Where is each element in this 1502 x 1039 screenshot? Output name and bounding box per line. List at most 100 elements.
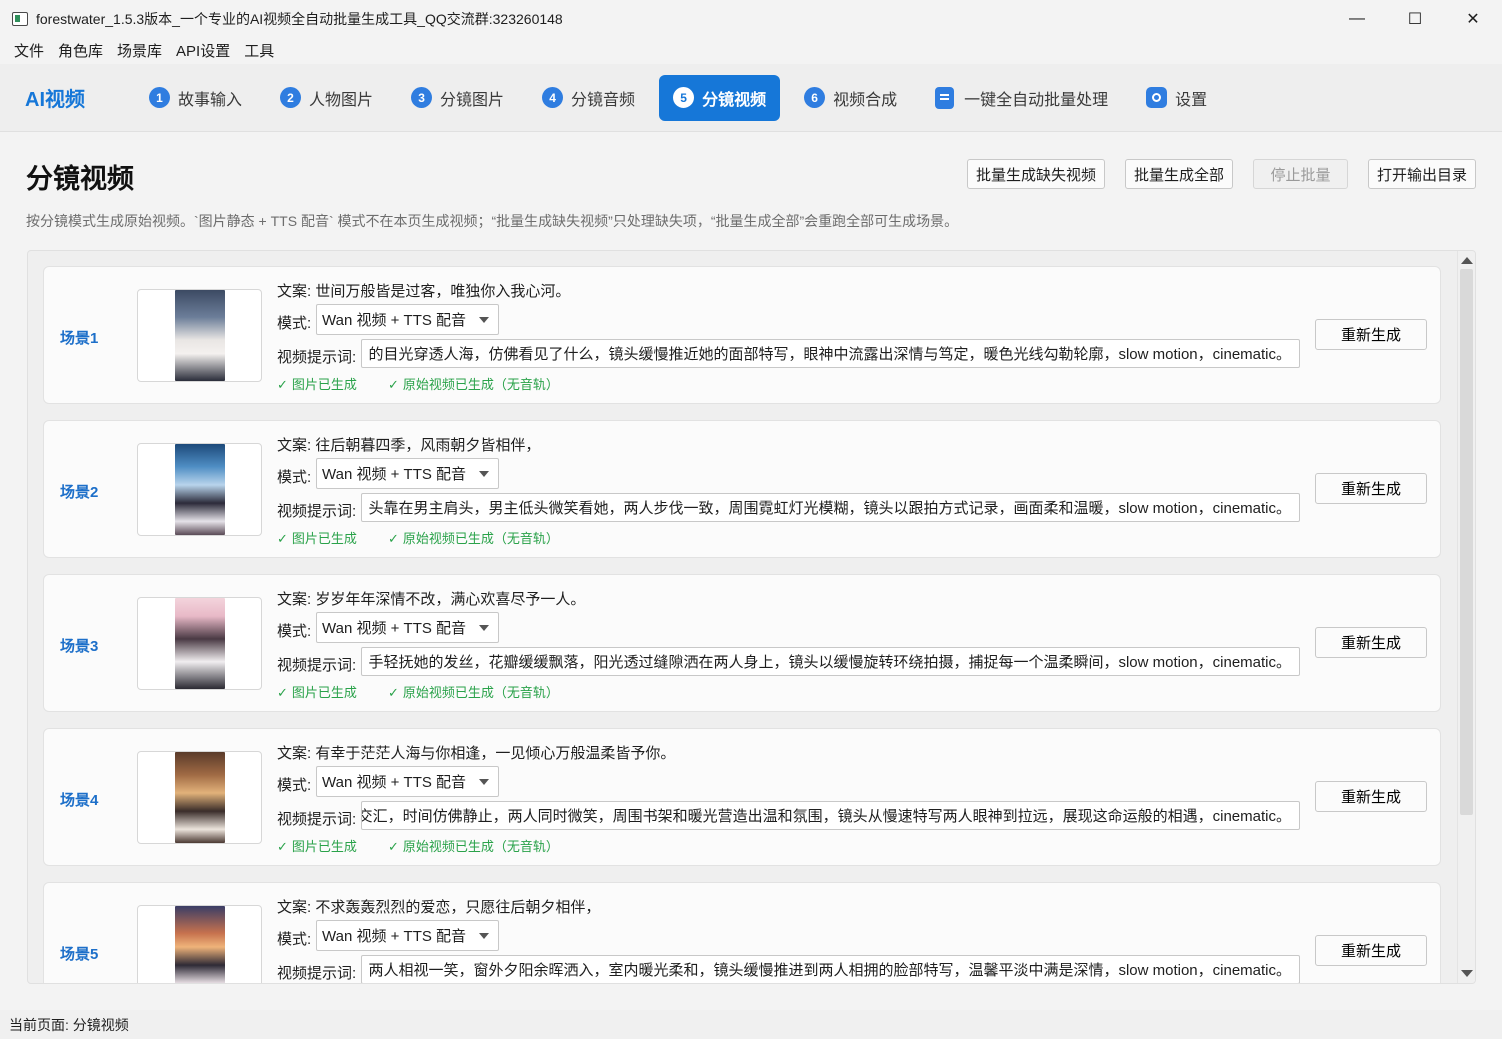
regenerate-button[interactable]: 重新生成 xyxy=(1315,473,1427,504)
step-2-icon: 2 xyxy=(280,87,302,108)
scene-copy: 文案: 有幸于茫茫人海与你相逢，一见倾心万般温柔皆予你。 xyxy=(277,745,676,762)
scene-label: 场景2 xyxy=(60,484,99,501)
minimize-button[interactable]: — xyxy=(1328,0,1386,37)
scene-card: 场景1 文案: 世间万般皆是过客，唯独你入我心河。 模式: Wan 视频 + T… xyxy=(43,266,1441,404)
nav-bar: AI视频 1 故事输入 2 人物图片 3 分镜图片 4 分镜音频 5 分镜视频 … xyxy=(0,64,1502,132)
scene-thumbnail-frame[interactable] xyxy=(137,443,262,536)
tab-label: 设置 xyxy=(1175,91,1208,109)
tab-auto-batch[interactable]: 一键全自动批量处理 xyxy=(921,75,1122,121)
tab-settings[interactable]: 设置 xyxy=(1132,75,1221,121)
regenerate-button[interactable]: 重新生成 xyxy=(1315,781,1427,812)
check-icon: ✓ xyxy=(388,685,399,700)
gear-icon xyxy=(1146,87,1168,108)
prompt-label: 视频提示词: xyxy=(277,657,357,674)
mode-label: 模式: xyxy=(277,315,312,332)
regenerate-button[interactable]: 重新生成 xyxy=(1315,319,1427,350)
vertical-scrollbar[interactable] xyxy=(1457,251,1475,983)
mode-select[interactable]: Wan 视频 + TTS 配音 xyxy=(316,612,499,643)
tab-storyboard-audio[interactable]: 4 分镜音频 xyxy=(528,75,649,121)
check-icon: ✓ xyxy=(277,839,288,854)
mode-label: 模式: xyxy=(277,623,312,640)
scene-thumbnail-image xyxy=(175,752,225,843)
menu-file[interactable]: 文件 xyxy=(7,40,51,61)
menu-tools[interactable]: 工具 xyxy=(237,40,281,61)
scene-copy: 文案: 往后朝暮四季，风雨朝夕皆相伴， xyxy=(277,437,541,454)
stop-batch-button[interactable]: 停止批量 xyxy=(1252,159,1348,189)
tab-label: 人物图片 xyxy=(309,91,374,109)
status-video: ✓ 原始视频已生成（无音轨） xyxy=(388,839,559,854)
prompt-input[interactable]: 的目光穿透人海，仿佛看见了什么，镜头缓慢推近她的面部特写，眼神中流露出深情与笃定… xyxy=(361,339,1300,368)
tab-storyboard-images[interactable]: 3 分镜图片 xyxy=(397,75,518,121)
mode-label: 模式: xyxy=(277,777,312,794)
scene-thumbnail-frame[interactable] xyxy=(137,597,262,690)
mode-select[interactable]: Wan 视频 + TTS 配音 xyxy=(316,766,499,797)
status-image: ✓ 图片已生成 xyxy=(277,685,357,700)
check-icon: ✓ xyxy=(277,685,288,700)
scene-thumbnail-frame[interactable] xyxy=(137,905,262,983)
status-bar: 当前页面: 分镜视频 xyxy=(0,1010,1502,1039)
app-icon xyxy=(12,11,28,26)
scene-copy: 文案: 世间万般皆是过客，唯独你入我心河。 xyxy=(277,283,571,300)
scene-thumbnail-frame[interactable] xyxy=(137,289,262,382)
brand-title: AI视频 xyxy=(25,89,85,111)
tab-label: 视频合成 xyxy=(833,91,898,109)
menu-character-library[interactable]: 角色库 xyxy=(51,40,110,61)
close-button[interactable]: ✕ xyxy=(1444,0,1502,37)
maximize-button[interactable]: ☐ xyxy=(1386,0,1444,37)
scene-thumbnail-image xyxy=(175,290,225,381)
tab-story-input[interactable]: 1 故事输入 xyxy=(135,75,256,121)
document-icon xyxy=(935,86,955,109)
generate-all-button[interactable]: 批量生成全部 xyxy=(1124,159,1233,189)
scene-thumbnail-image xyxy=(175,598,225,689)
scene-label: 场景1 xyxy=(60,330,99,347)
scroll-up-icon[interactable] xyxy=(1461,257,1473,264)
status-video: ✓ 原始视频已生成（无音轨） xyxy=(388,377,559,392)
open-output-button[interactable]: 打开输出目录 xyxy=(1367,159,1476,189)
tab-label: 分镜图片 xyxy=(440,91,505,109)
tab-character-images[interactable]: 2 人物图片 xyxy=(266,75,387,121)
prompt-input[interactable]: 交汇，时间仿佛静止，两人同时微笑，周围书架和暖光营造出温和氛围，镜头从慢速特写两… xyxy=(361,801,1300,830)
mode-select[interactable]: Wan 视频 + TTS 配音 xyxy=(316,920,499,951)
chevron-down-icon xyxy=(479,625,489,631)
mode-select[interactable]: Wan 视频 + TTS 配音 xyxy=(316,458,499,489)
tab-storyboard-video[interactable]: 5 分镜视频 xyxy=(659,74,781,121)
scene-card: 场景4 文案: 有幸于茫茫人海与你相逢，一见倾心万般温柔皆予你。 模式: Wan… xyxy=(43,728,1441,866)
step-5-icon: 5 xyxy=(673,87,695,108)
scene-thumbnail-frame[interactable] xyxy=(137,751,262,844)
regenerate-button[interactable]: 重新生成 xyxy=(1315,935,1427,966)
title-bar: forestwater_1.5.3版本_一个专业的AI视频全自动批量生成工具_Q… xyxy=(0,0,1502,37)
check-icon: ✓ xyxy=(388,839,399,854)
prompt-input[interactable]: 两人相视一笑，窗外夕阳余晖洒入，室内暖光柔和，镜头缓慢推进到两人相拥的脸部特写，… xyxy=(361,955,1300,983)
tab-video-compose[interactable]: 6 视频合成 xyxy=(790,75,911,121)
tab-label: 一键全自动批量处理 xyxy=(964,91,1109,109)
step-4-icon: 4 xyxy=(542,87,564,108)
check-icon: ✓ xyxy=(388,531,399,546)
step-3-icon: 3 xyxy=(411,87,433,108)
mode-select[interactable]: Wan 视频 + TTS 配音 xyxy=(316,304,499,335)
status-image: ✓ 图片已生成 xyxy=(277,531,357,546)
check-icon: ✓ xyxy=(388,377,399,392)
page-title: 分镜视频 xyxy=(26,164,134,194)
action-buttons: 批量生成缺失视频 批量生成全部 停止批量 打开输出目录 xyxy=(947,159,1476,189)
menu-api-settings[interactable]: API设置 xyxy=(169,40,237,61)
check-icon: ✓ xyxy=(277,531,288,546)
scene-copy: 文案: 不求轰轰烈烈的爱恋，只愿往后朝夕相伴， xyxy=(277,899,601,916)
scene-list[interactable]: 场景1 文案: 世间万般皆是过客，唯独你入我心河。 模式: Wan 视频 + T… xyxy=(27,250,1476,984)
scrollbar-thumb[interactable] xyxy=(1460,269,1473,815)
check-icon: ✓ xyxy=(277,377,288,392)
scroll-down-icon[interactable] xyxy=(1461,970,1473,977)
prompt-input[interactable]: 头靠在男主肩头，男主低头微笑看她，两人步伐一致，周围霓虹灯光模糊，镜头以跟拍方式… xyxy=(361,493,1300,522)
menu-scene-library[interactable]: 场景库 xyxy=(110,40,169,61)
mode-label: 模式: xyxy=(277,469,312,486)
regenerate-button[interactable]: 重新生成 xyxy=(1315,627,1427,658)
tab-label: 分镜音频 xyxy=(571,91,636,109)
scene-label: 场景5 xyxy=(60,946,99,963)
scene-label: 场景4 xyxy=(60,792,99,809)
menu-bar: 文件 角色库 场景库 API设置 工具 xyxy=(0,37,1502,64)
scene-thumbnail-image xyxy=(175,444,225,535)
generate-missing-button[interactable]: 批量生成缺失视频 xyxy=(966,159,1105,189)
prompt-input[interactable]: 手轻抚她的发丝，花瓣缓缓飘落，阳光透过缝隙洒在两人身上，镜头以缓慢旋转环绕拍摄，… xyxy=(361,647,1300,676)
prompt-label: 视频提示词: xyxy=(277,965,357,982)
scene-label: 场景3 xyxy=(60,638,99,655)
chevron-down-icon xyxy=(479,317,489,323)
